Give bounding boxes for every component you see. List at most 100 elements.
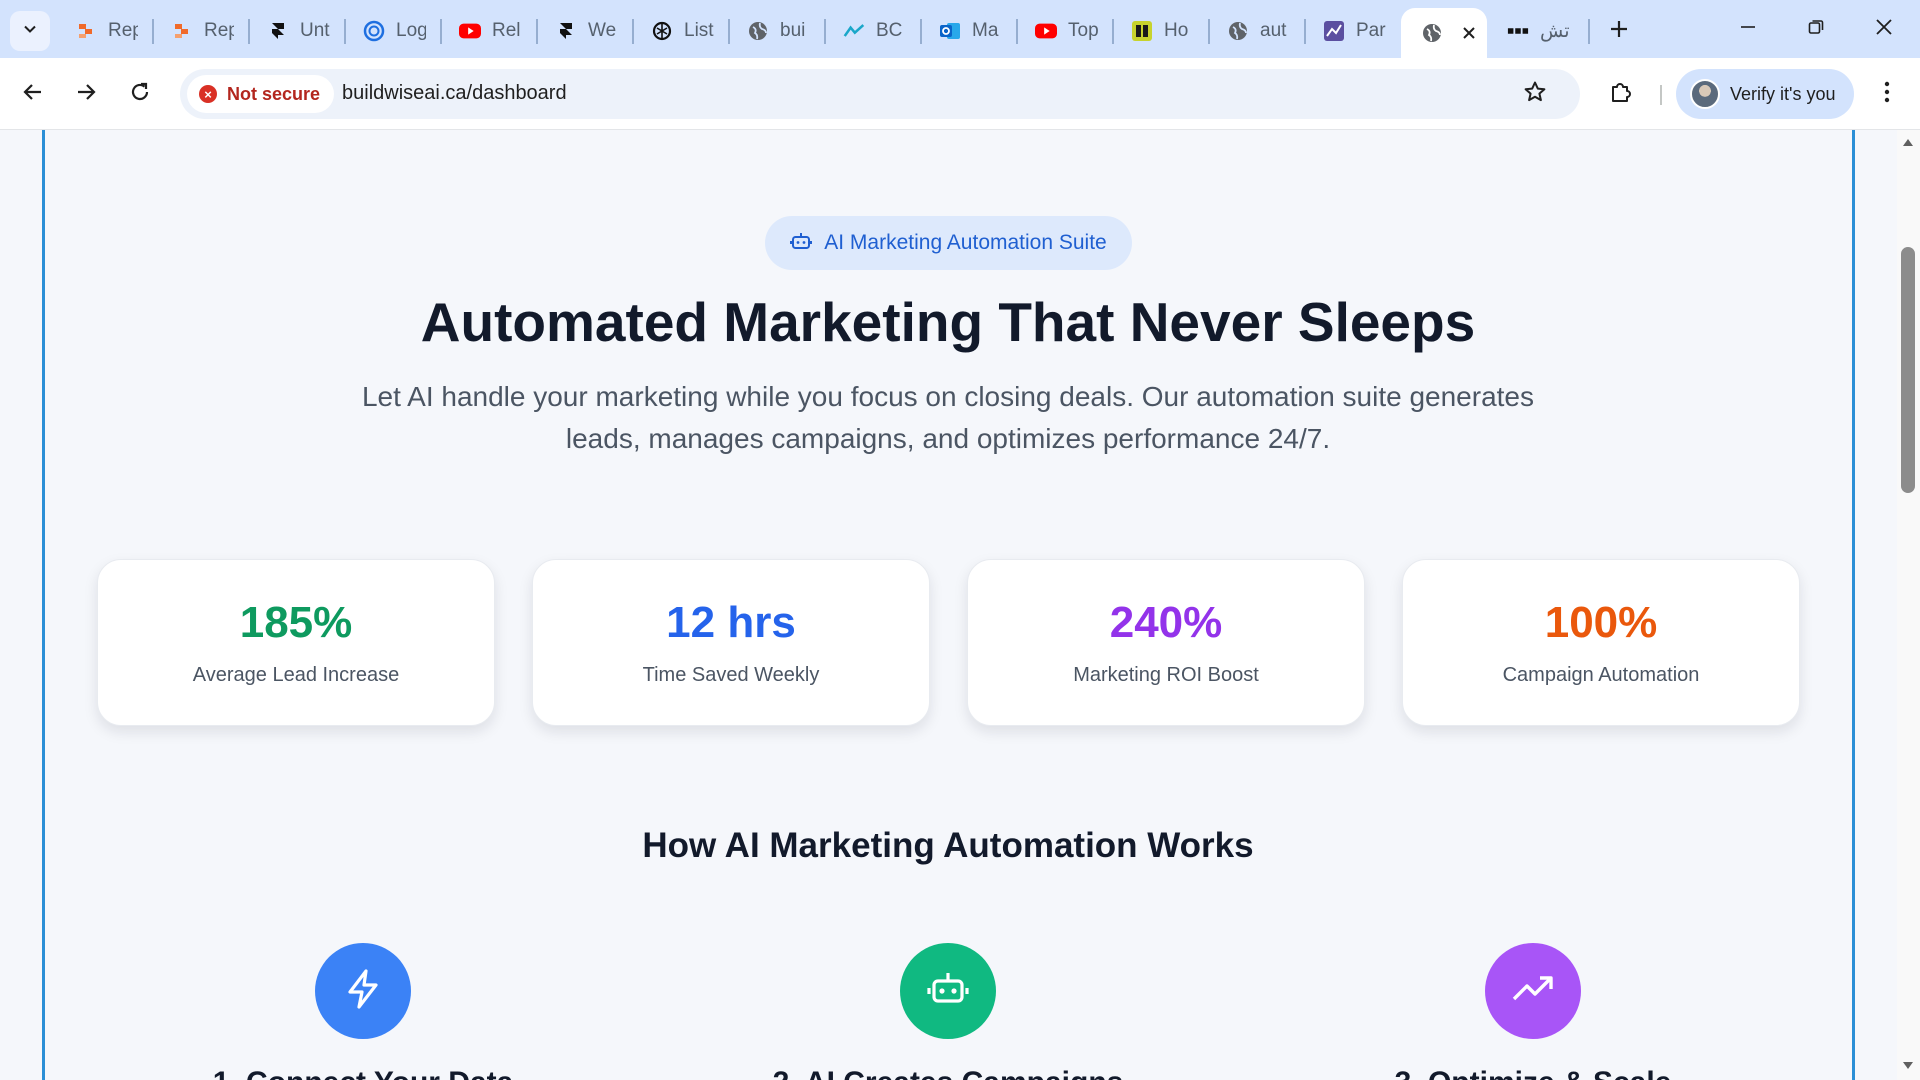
tab-strip: Rep Rep Unt Log Rel We List bui BC Ma To… <box>0 0 1920 58</box>
scrollbar-thumb[interactable] <box>1901 247 1915 493</box>
browser-tab[interactable]: Log <box>348 11 440 51</box>
tab-label: aut <box>1260 20 1287 41</box>
browser-tab[interactable]: Unt <box>252 11 344 51</box>
globe-icon <box>1227 20 1249 42</box>
stat-label: Time Saved Weekly <box>642 664 820 686</box>
tab-label: We <box>588 20 617 41</box>
youtube-icon <box>459 20 481 42</box>
tab-label: Ma <box>972 20 999 41</box>
lightning-icon <box>341 967 385 1016</box>
tab-separator <box>728 19 730 44</box>
orange-blocks-icon <box>75 20 97 42</box>
browser-tab[interactable]: bui <box>732 11 824 51</box>
tab-label: Rep <box>204 20 234 41</box>
tab-label: Log <box>396 20 426 41</box>
scroll-up-arrow[interactable] <box>1901 136 1915 150</box>
purple-chart-icon <box>1323 20 1345 42</box>
forward-button[interactable] <box>66 74 106 114</box>
globe-icon <box>1421 22 1443 44</box>
browser-tab[interactable]: aut <box>1212 11 1304 51</box>
scroll-down-arrow[interactable] <box>1901 1060 1915 1074</box>
tab-separator <box>1208 19 1210 44</box>
outlook-icon <box>939 20 961 42</box>
framer-icon <box>267 20 289 42</box>
stat-card: 240% Marketing ROI Boost <box>967 559 1365 726</box>
tab-label: Unt <box>300 20 330 41</box>
browser-tab[interactable]: Top <box>1020 11 1112 51</box>
tab-separator <box>1588 19 1590 44</box>
back-button[interactable] <box>13 74 53 114</box>
tab-separator <box>632 19 634 44</box>
chart-logo-icon <box>843 20 865 42</box>
robot-icon <box>926 967 970 1016</box>
browser-tab[interactable]: List <box>636 11 728 51</box>
stat-label: Average Lead Increase <box>192 664 400 686</box>
browser-tab[interactable]: تش <box>1492 11 1588 51</box>
minimize-icon <box>1739 18 1757 41</box>
openai-icon <box>651 20 673 42</box>
restore-button[interactable] <box>1783 6 1849 52</box>
stat-label: Campaign Automation <box>1502 664 1700 686</box>
page-border-right <box>1852 130 1855 1080</box>
minimize-button[interactable] <box>1715 6 1781 52</box>
tab-separator <box>1112 19 1114 44</box>
browser-tab[interactable]: We <box>540 11 632 51</box>
close-icon[interactable] <box>1457 21 1481 45</box>
puzzle-icon <box>1608 79 1634 110</box>
framer-icon <box>555 20 577 42</box>
tab-label: Rep <box>108 20 138 41</box>
stat-value: 12 hrs <box>666 598 796 647</box>
url-text[interactable]: buildwiseai.ca/dashboard <box>342 82 567 105</box>
stat-value: 185% <box>239 598 353 647</box>
bookmark-star-button[interactable] <box>1518 77 1552 111</box>
trending-up-icon <box>1509 965 1557 1018</box>
tab-separator <box>920 19 922 44</box>
step-icon-circle <box>315 943 411 1039</box>
browser-tab[interactable]: Rep <box>60 11 152 51</box>
page-border-left <box>42 130 45 1080</box>
new-tab-button[interactable] <box>1601 13 1637 49</box>
profile-button[interactable]: Verify it's you <box>1676 69 1854 119</box>
address-bar[interactable]: × Not secure buildwiseai.ca/dashboard <box>180 69 1580 119</box>
browser-tab[interactable]: Ho <box>1116 11 1208 51</box>
tab-label: Par <box>1356 20 1386 41</box>
browser-tab-active[interactable] <box>1401 8 1487 58</box>
section-title: How AI Marketing Automation Works <box>642 826 1254 865</box>
browser-tab[interactable]: Rel <box>444 11 536 51</box>
triangle-down-icon <box>1902 1058 1914 1076</box>
close-window-button[interactable] <box>1851 6 1917 52</box>
extensions-button[interactable] <box>1602 75 1640 113</box>
tab-separator <box>152 19 154 44</box>
tab-separator <box>248 19 250 44</box>
tab-separator <box>1304 19 1306 44</box>
tab-separator <box>344 19 346 44</box>
reload-icon <box>129 81 151 108</box>
tab-search-button[interactable] <box>10 11 50 51</box>
badge-label: AI Marketing Automation Suite <box>824 231 1107 254</box>
dots-logo-icon <box>1507 20 1529 42</box>
warning-icon: × <box>199 85 217 103</box>
arrow-left-icon <box>22 81 44 108</box>
browser-tab[interactable]: BC <box>828 11 920 51</box>
reload-button[interactable] <box>120 74 160 114</box>
page-title: Automated Marketing That Never Sleeps <box>420 291 1476 353</box>
browser-menu-button[interactable] <box>1868 75 1906 113</box>
stat-label: Marketing ROI Boost <box>1073 664 1259 686</box>
tab-label: Rel <box>492 20 521 41</box>
tab-label: List <box>684 20 714 41</box>
security-label: Not secure <box>227 83 321 104</box>
robot-icon <box>790 230 813 257</box>
triangle-up-icon <box>1902 134 1914 152</box>
star-icon <box>1523 80 1547 109</box>
toolbar-divider <box>1660 85 1662 105</box>
restore-icon <box>1807 18 1825 41</box>
security-chip[interactable]: × Not secure <box>187 75 335 113</box>
globe-icon <box>747 20 769 42</box>
browser-tab[interactable]: Rep <box>156 11 248 51</box>
avatar <box>1690 79 1720 109</box>
browser-tab[interactable]: Par <box>1308 11 1400 51</box>
step-icon-circle <box>900 943 996 1039</box>
kebab-menu-icon <box>1884 81 1890 108</box>
page-viewport: AI Marketing Automation Suite Automated … <box>0 130 1920 1080</box>
browser-tab[interactable]: Ma <box>924 11 1016 51</box>
